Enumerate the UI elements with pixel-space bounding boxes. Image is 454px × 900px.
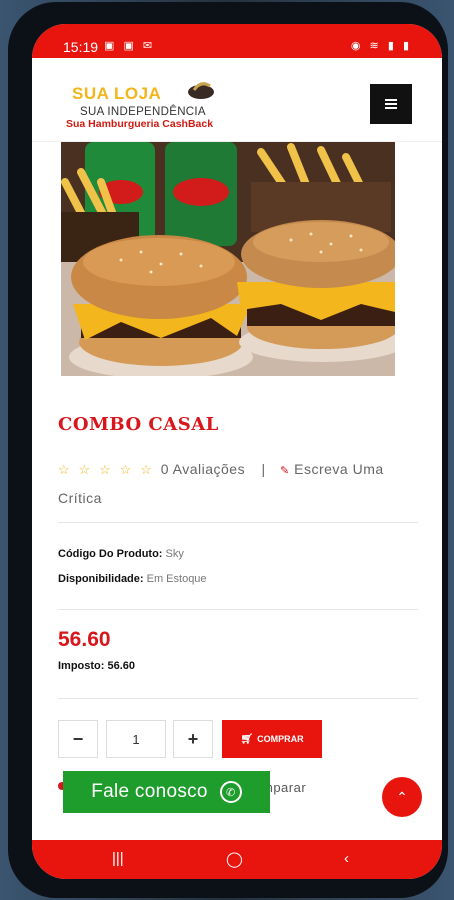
star-icon: ☆: [78, 462, 91, 477]
status-bar: 15:19 ▣ ▣ ✉ ◉ ≋ ▮ ▮: [32, 24, 442, 58]
availability: Disponibilidade: Em Estoque: [58, 573, 207, 585]
android-nav-bar: ||| ◯ ‹: [32, 840, 442, 879]
pencil-icon: ✎: [280, 465, 290, 477]
menu-icon: [385, 103, 397, 105]
star-icon: ☆: [99, 462, 112, 477]
phone-frame: 15:19 ▣ ▣ ✉ ◉ ≋ ▮ ▮ SUA LOJA SUA INDEPEN…: [8, 2, 448, 898]
product-code: Código Do Produto: Sky: [58, 548, 184, 560]
product-code-label: Código Do Produto:: [58, 548, 163, 560]
store-logo[interactable]: SUA LOJA SUA INDEPENDÊNCIA Sua Hamburgue…: [66, 78, 226, 134]
notification-icons: ▣ ▣ ✉: [104, 40, 156, 52]
status-time: 15:19: [63, 39, 99, 55]
contact-whatsapp-button[interactable]: Fale conosco ✆: [63, 771, 270, 813]
rating-stars[interactable]: ☆ ☆ ☆ ☆ ☆: [58, 461, 161, 477]
cart-icon: 🛒︎: [240, 733, 254, 745]
buy-button[interactable]: 🛒︎ COMPRAR: [222, 720, 322, 758]
quantity-increase-button[interactable]: +: [173, 720, 213, 758]
star-icon: ☆: [58, 462, 71, 477]
availability-label: Disponibilidade:: [58, 573, 144, 585]
quantity-decrease-button[interactable]: −: [58, 720, 98, 758]
divider: [58, 609, 418, 610]
contact-label: Fale conosco: [91, 781, 208, 802]
logo-tagline: Sua Hamburgueria CashBack: [66, 118, 214, 130]
logo-seal-icon: [188, 82, 214, 99]
logo-subtitle: SUA INDEPENDÊNCIA: [80, 106, 206, 118]
scroll-top-button[interactable]: ⌃: [382, 777, 422, 817]
burger-photo: [61, 142, 395, 376]
back-icon[interactable]: ‹: [344, 850, 349, 867]
chevron-up-icon: ⌃: [396, 788, 408, 805]
availability-value: Em Estoque: [146, 573, 207, 585]
system-icons: ◉ ≋ ▮ ▮: [350, 40, 412, 52]
logo-title: SUA LOJA: [72, 84, 162, 103]
product-price: 56.60: [58, 628, 111, 651]
divider: [58, 522, 418, 523]
product-image: [61, 142, 395, 376]
whatsapp-icon: ✆: [219, 781, 242, 803]
recent-apps-icon[interactable]: |||: [112, 850, 124, 867]
site-header: SUA LOJA SUA INDEPENDÊNCIA Sua Hamburgue…: [32, 58, 442, 142]
rating-row: ☆ ☆ ☆ ☆ ☆ 0 Avaliações | ✎ Escreva Uma C…: [58, 456, 422, 512]
product-title: COMBO CASAL: [58, 414, 219, 435]
separator: |: [261, 461, 266, 477]
menu-button[interactable]: [370, 84, 412, 124]
star-icon: ☆: [119, 462, 132, 477]
star-icon: ☆: [140, 462, 153, 477]
divider: [58, 698, 418, 699]
product-code-value: Sky: [165, 548, 184, 560]
tax-info: Imposto: 56.60: [58, 660, 136, 672]
home-icon[interactable]: ◯: [226, 850, 243, 868]
reviews-link[interactable]: 0 Avaliações: [161, 461, 245, 477]
quantity-input[interactable]: [106, 720, 166, 758]
screen: 15:19 ▣ ▣ ✉ ◉ ≋ ▮ ▮ SUA LOJA SUA INDEPEN…: [32, 24, 442, 879]
buy-button-label: COMPRAR: [257, 734, 304, 744]
